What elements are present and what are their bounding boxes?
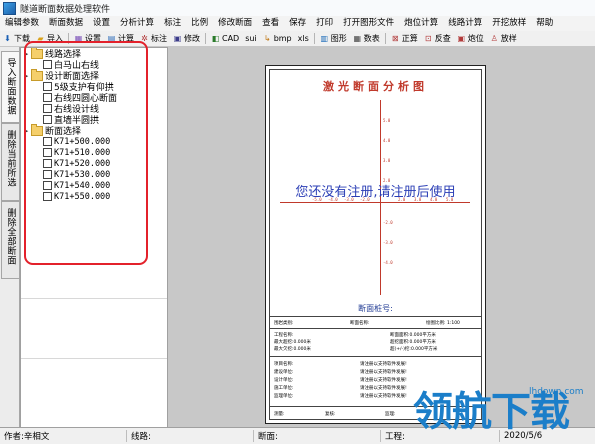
window-title: 隧道断面数据处理软件: [20, 4, 111, 15]
register-note: 请注册以支持软件发展!: [360, 394, 407, 399]
table-icon: ▦: [353, 34, 362, 43]
rock-type-label: 围岩类别:: [274, 321, 294, 326]
chart-title: 激光断面分析图: [323, 80, 428, 93]
reverse-check-button[interactable]: ⊡ 反查: [421, 33, 454, 44]
graphic-icon: ▥: [320, 34, 329, 43]
menu-scale[interactable]: 比例: [186, 16, 213, 31]
menu-help[interactable]: 帮助: [531, 16, 558, 31]
drawing-canvas[interactable]: 激光断面分析图 5.0 4.0 3.0 2.0 -5.0 -4.0 -3.0 -…: [168, 47, 595, 427]
tab-delete-selected[interactable]: 删除当前所选: [1, 123, 20, 201]
tab-import-section-data[interactable]: 导入断面数据: [1, 51, 20, 123]
sui-button[interactable]: sui: [242, 34, 259, 43]
audit-label: 监理:: [385, 412, 396, 417]
cad-button[interactable]: ◧ CAD: [208, 34, 242, 43]
menu-bar: 编辑参数 断面数据 设置 分析计算 标注 比例 修改断面 查看 保存 打印 打开…: [0, 16, 595, 32]
stakeout-icon: ♙: [490, 34, 498, 43]
bmp-icon: ↳: [263, 34, 271, 43]
paper-frame: 激光断面分析图 5.0 4.0 3.0 2.0 -5.0 -4.0 -3.0 -…: [269, 69, 482, 420]
project-label: 建设单位:: [274, 370, 294, 375]
panel-divider: [21, 298, 167, 299]
project-label: 设计单位:: [274, 378, 294, 383]
menu-view[interactable]: 查看: [257, 16, 284, 31]
menu-route-calc[interactable]: 线路计算: [443, 16, 487, 31]
unregistered-watermark: 您还没有注册,请注册后使用: [295, 185, 456, 200]
tick-label: -4.0: [383, 260, 393, 265]
project-label: 监理单位:: [274, 394, 294, 399]
metric-label: 最大欠挖:0.000米: [274, 347, 311, 352]
horizontal-axis: [280, 202, 470, 203]
metric-label: 超(+/-)挖:0.000平方米: [390, 347, 438, 352]
survey-label: 测量:: [274, 412, 285, 417]
info-row: 围岩类别: 断面名称: 绘图比例: 1:100: [270, 316, 481, 327]
menu-modify-section[interactable]: 修改断面: [213, 16, 257, 31]
download-site-logo: 领航下载 lhdown.com: [413, 386, 595, 443]
front-calc-button[interactable]: ⊠ 正算: [388, 33, 421, 44]
blast-position-icon: ▣: [457, 34, 466, 43]
metric-label: 工程名称:: [274, 333, 294, 338]
menu-analysis[interactable]: 分析计算: [115, 16, 159, 31]
tick-label: 3.0: [383, 158, 391, 163]
menu-blast-calc[interactable]: 炮位计算: [399, 16, 443, 31]
menu-settings[interactable]: 设置: [88, 16, 115, 31]
highlight-annotation: [24, 41, 148, 265]
menu-print[interactable]: 打印: [311, 16, 338, 31]
menu-stakeout[interactable]: 开挖放样: [487, 16, 531, 31]
paper-sheet: 激光断面分析图 5.0 4.0 3.0 2.0 -5.0 -4.0 -3.0 -…: [265, 65, 486, 424]
logo-url: lhdown.com: [529, 387, 584, 397]
register-note: 请注册以支持软件发展!: [360, 370, 407, 375]
menu-open-graphic[interactable]: 打开图形文件: [338, 16, 399, 31]
status-route: 线路:: [127, 430, 254, 442]
tick-label: -3.0: [383, 240, 393, 245]
menu-edit-params[interactable]: 编辑参数: [0, 16, 44, 31]
metric-label: 断面面积:0.000平方米: [390, 333, 436, 338]
xls-button[interactable]: xls: [295, 34, 312, 43]
tab-delete-all-sections[interactable]: 删除全部断面: [1, 201, 20, 279]
toolbar-separator: [313, 33, 315, 44]
download-icon: ⬇: [4, 34, 11, 43]
review-label: 复核:: [325, 412, 336, 417]
toolbar-separator: [384, 33, 386, 44]
modify-icon: ▣: [173, 34, 182, 43]
register-note: 请注册以支持软件发展!: [360, 386, 407, 391]
graphic-button[interactable]: ▥ 图形: [317, 33, 350, 44]
project-label: 施工单位:: [274, 386, 294, 391]
toolbar-separator: [205, 33, 206, 44]
side-tab-strip: 导入断面数据 删除当前所选 删除全部断面: [0, 47, 20, 427]
front-view-icon: ⊠: [391, 34, 399, 43]
tick-label: -2.0: [383, 220, 393, 225]
metric-label: 超挖面积:0.000平方米: [390, 340, 436, 345]
scale-label: 绘图比例: 1:100: [426, 321, 460, 326]
section-number-label: 断面桩号:: [358, 304, 393, 313]
menu-save[interactable]: 保存: [284, 16, 311, 31]
app-icon: [3, 1, 16, 15]
blast-position-button[interactable]: ▣ 炮位: [454, 33, 487, 44]
stakeout-button[interactable]: ♙ 放样: [487, 33, 520, 44]
modify-button[interactable]: ▣ 修改: [170, 33, 203, 44]
menu-section-data[interactable]: 断面数据: [44, 16, 88, 31]
register-note: 请注册以支持软件发展!: [360, 362, 407, 367]
table-button[interactable]: ▦ 数表: [350, 33, 383, 44]
register-note: 请注册以支持软件发展!: [360, 378, 407, 383]
cad-icon: ◧: [211, 34, 220, 43]
back-view-icon: ⊡: [424, 34, 432, 43]
tick-label: 4.0: [383, 138, 391, 143]
tick-label: 5.0: [383, 118, 391, 123]
project-label: 项目名称:: [274, 362, 294, 367]
metric-label: 最大超挖:0.000米: [274, 340, 311, 345]
status-section: 断面:: [254, 430, 381, 442]
metrics-block: 工程名称: 最大超挖:0.000米 最大欠挖:0.000米 断面面积:0.000…: [270, 328, 481, 355]
title-bar: 隧道断面数据处理软件: [0, 0, 595, 17]
section-name-label: 断面名称:: [350, 321, 370, 326]
panel-divider: [21, 358, 167, 359]
menu-annotate[interactable]: 标注: [159, 16, 186, 31]
bmp-button[interactable]: ↳ bmp: [260, 34, 295, 43]
status-author: 作者:辛相文: [0, 430, 127, 442]
